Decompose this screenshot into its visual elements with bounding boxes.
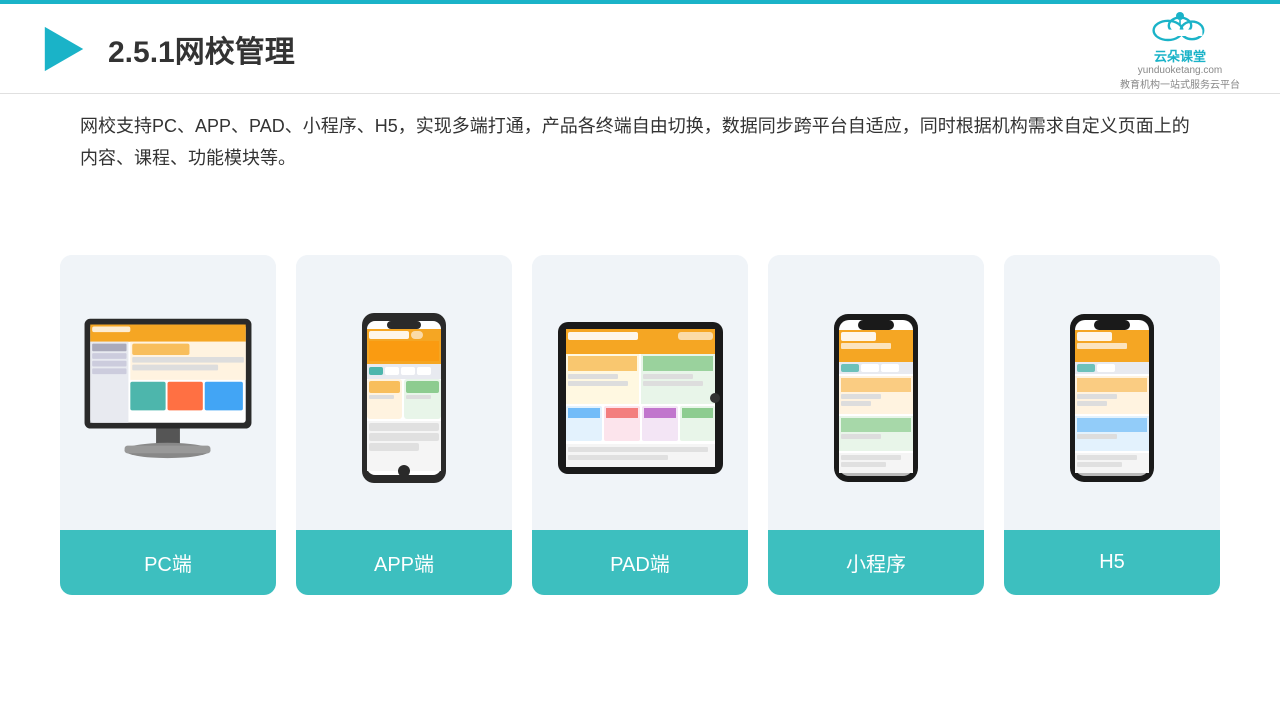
app-phone-icon: [359, 313, 449, 483]
card-h5: H5: [1004, 255, 1220, 595]
h5-phone-icon: [1068, 314, 1156, 482]
cards-container: PC端: [60, 255, 1220, 595]
card-mini-image: [768, 255, 984, 530]
logo-play-icon: [40, 25, 88, 73]
page-title: 2.5.1网校管理: [108, 27, 1120, 71]
card-pad: PAD端: [532, 255, 748, 595]
mini-phone-icon: [832, 314, 920, 482]
card-app-image: [296, 255, 512, 530]
card-mini-label: 小程序: [768, 530, 984, 595]
description-text: 网校支持PC、APP、PAD、小程序、H5，实现多端打通，产品各终端自由切换，数…: [80, 110, 1200, 175]
card-h5-image: [1004, 255, 1220, 530]
header: 2.5.1网校管理 云朵课堂 yunduoketang.com 教育机构一站式服…: [0, 4, 1280, 94]
brand-name: 云朵课堂: [1154, 46, 1206, 65]
card-pc: PC端: [60, 255, 276, 595]
card-pad-label: PAD端: [532, 530, 748, 595]
card-h5-label: H5: [1004, 530, 1220, 595]
card-pc-image: [60, 255, 276, 530]
pc-monitor-icon: [75, 315, 261, 480]
card-pad-image: [532, 255, 748, 530]
card-mini: 小程序: [768, 255, 984, 595]
brand-tagline: 教育机构一站式服务云平台: [1120, 76, 1240, 91]
brand-logo: 云朵课堂 yunduoketang.com 教育机构一站式服务云平台: [1120, 6, 1240, 91]
pad-tablet-icon: [558, 314, 723, 482]
card-pc-label: PC端: [60, 530, 276, 595]
brand-icon: [1140, 6, 1220, 46]
brand-url: yunduoketang.com: [1138, 65, 1223, 76]
card-app-label: APP端: [296, 530, 512, 595]
card-app: APP端: [296, 255, 512, 595]
